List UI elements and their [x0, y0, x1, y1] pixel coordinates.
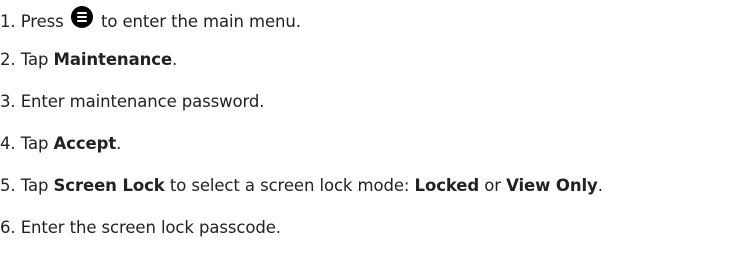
- step-text: .: [116, 134, 122, 153]
- step-4: 4. Tap Accept.: [0, 133, 121, 155]
- maintenance-label: Maintenance: [53, 50, 173, 69]
- step-number: 4.: [0, 134, 16, 153]
- step-text: to enter the main menu.: [100, 12, 301, 31]
- step-3: 3. Enter maintenance password.: [0, 91, 265, 113]
- step-text: Enter the screen lock passcode.: [20, 218, 281, 237]
- accept-label: Accept: [53, 134, 117, 153]
- step-1: 1. Press to enter the main menu.: [0, 6, 301, 33]
- locked-label: Locked: [414, 176, 480, 195]
- screen-lock-label: Screen Lock: [53, 176, 165, 195]
- step-text: Tap: [20, 50, 49, 69]
- step-text: Tap: [20, 176, 49, 195]
- step-5: 5. Tap Screen Lock to select a screen lo…: [0, 175, 603, 197]
- step-text: to select a screen lock mode:: [169, 176, 410, 195]
- step-text: .: [172, 50, 178, 69]
- step-number: 2.: [0, 50, 16, 69]
- step-text: Press: [20, 12, 64, 31]
- step-number: 3.: [0, 92, 16, 111]
- step-text: Tap: [20, 134, 49, 153]
- step-number: 5.: [0, 176, 16, 195]
- step-6: 6. Enter the screen lock passcode.: [0, 217, 281, 239]
- menu-button-icon: [70, 6, 93, 28]
- step-text: .: [597, 176, 603, 195]
- view-only-label: View Only: [506, 176, 598, 195]
- step-2: 2. Tap Maintenance.: [0, 49, 177, 71]
- step-number: 6.: [0, 218, 16, 237]
- step-text: Enter maintenance password.: [20, 92, 265, 111]
- step-number: 1.: [0, 12, 16, 31]
- step-text: or: [484, 176, 501, 195]
- instruction-steps: 1. Press to enter the main menu. 2. Tap …: [0, 0, 735, 272]
